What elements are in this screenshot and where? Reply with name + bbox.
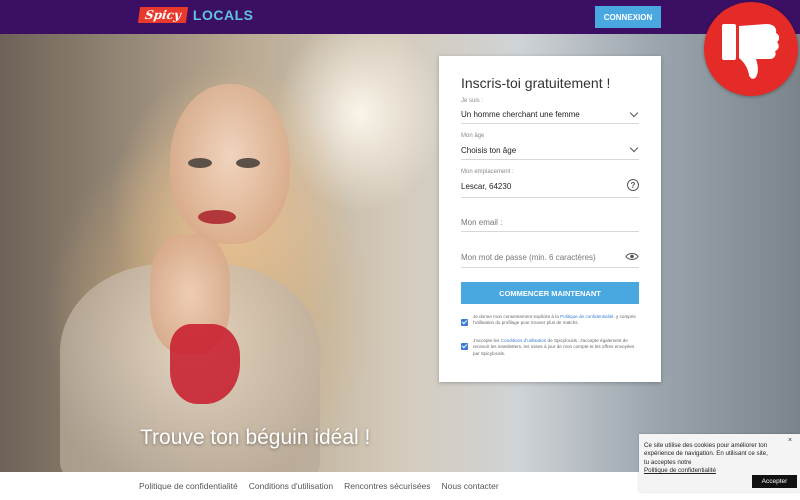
privacy-consent[interactable]: Je donne mon consentement explicite à la… — [461, 314, 641, 327]
cookie-banner: × Ce site utilise des cookies pour améli… — [639, 434, 800, 492]
signup-title: Inscris-toi gratuitement ! — [461, 75, 611, 91]
chevron-down-icon — [629, 143, 639, 153]
age-select[interactable]: Mon âge Choisis ton âge — [461, 133, 639, 160]
cookie-accept-button[interactable]: Accepter — [752, 475, 797, 488]
email-field[interactable]: Mon email : — [461, 216, 639, 232]
close-icon[interactable]: × — [788, 437, 792, 444]
hero-left-eye — [188, 158, 212, 168]
cookie-privacy-link[interactable]: Politique de confidentialité — [644, 467, 716, 474]
age-value: Choisis ton âge — [461, 146, 517, 155]
footer-links: Politique de confidentialité Conditions … — [139, 481, 510, 491]
password-field[interactable]: Mon mot de passe (min. 6 caractères) — [461, 250, 639, 268]
logo-locals: LOCALS — [192, 7, 254, 23]
cookie-text: Ce site utilise des cookies pour amélior… — [644, 442, 774, 476]
signup-card: Inscris-toi gratuitement ! Je suis : Un … — [439, 56, 661, 382]
thumbs-down-icon — [722, 24, 780, 79]
hero-lips — [198, 210, 236, 224]
gender-value: Un homme cherchant une femme — [461, 110, 580, 119]
terms-link[interactable]: Conditions d'utilisation — [501, 338, 547, 343]
footer-link-safety[interactable]: Rencontres sécurisées — [344, 481, 430, 491]
password-placeholder: Mon mot de passe (min. 6 caractères) — [461, 253, 596, 262]
age-label: Mon âge — [461, 133, 485, 139]
site-header: Spicy LOCALS CONNEXION — [0, 0, 800, 34]
terms-checkbox[interactable] — [461, 343, 468, 350]
thumbs-down-badge — [704, 2, 798, 96]
hero-image: Trouve ton béguin idéal ! — [0, 34, 800, 472]
terms-consent-text: J'accepte les Conditions d'utilisation d… — [473, 338, 641, 357]
cookie-message: Ce site utilise des cookies pour amélior… — [644, 442, 768, 466]
start-now-button[interactable]: COMMENCER MAINTENANT — [461, 282, 639, 304]
eye-icon[interactable] — [625, 252, 639, 261]
gender-label: Je suis : — [461, 98, 484, 104]
terms-consent-prefix: J'accepte les — [473, 338, 501, 343]
chevron-down-icon — [629, 108, 639, 118]
location-label: Mon emplacement : — [461, 169, 514, 175]
gender-select[interactable]: Je suis : Un homme cherchant une femme — [461, 98, 639, 124]
location-input[interactable]: Mon emplacement : Lescar, 64230 ? — [461, 169, 639, 198]
privacy-consent-prefix: Je donne mon consentement explicite à la — [473, 314, 561, 319]
privacy-policy-link[interactable]: Politique de confidentialité — [560, 314, 613, 319]
footer-link-contact[interactable]: Nous contacter — [442, 481, 499, 491]
email-placeholder: Mon email : — [461, 218, 503, 227]
question-circle-icon[interactable]: ? — [627, 179, 639, 191]
logo-spicy: Spicy — [137, 7, 189, 23]
terms-consent[interactable]: J'accepte les Conditions d'utilisation d… — [461, 338, 641, 357]
privacy-consent-text: Je donne mon consentement explicite à la… — [473, 314, 641, 327]
hero-tagline: Trouve ton béguin idéal ! — [140, 426, 371, 449]
hero-scarf-shape — [170, 324, 240, 404]
privacy-checkbox[interactable] — [461, 319, 468, 326]
footer-link-privacy[interactable]: Politique de confidentialité — [139, 481, 238, 491]
login-button[interactable]: CONNEXION — [595, 6, 661, 28]
hero-right-eye — [236, 158, 260, 168]
logo[interactable]: Spicy LOCALS — [137, 7, 254, 23]
footer-link-terms[interactable]: Conditions d'utilisation — [249, 481, 333, 491]
location-value: Lescar, 64230 — [461, 182, 512, 191]
